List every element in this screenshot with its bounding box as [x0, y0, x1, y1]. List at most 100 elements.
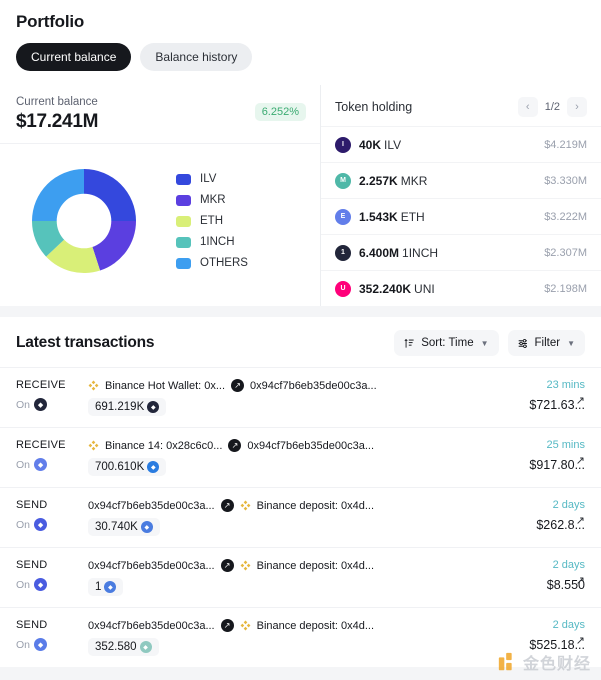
transaction-type-col: SEND On ◆	[16, 497, 88, 538]
transaction-usd: $721.63...	[529, 398, 585, 412]
transaction-type: SEND	[16, 499, 48, 511]
transaction-meta: 2 days $8.550	[489, 557, 585, 598]
transaction-path: Binance Hot Wallet: 0x... ↗ 0x94cf7b6eb3…	[88, 379, 489, 392]
transaction-row[interactable]: RECEIVE On ◆ Binance 14: 0x28c6c0... ↗ 0…	[0, 427, 601, 487]
transaction-path: 0x94cf7b6eb35de00c3a... ↗ Binance deposi…	[88, 559, 489, 572]
token-row[interactable]: M 2.257K MKR $3.330M	[321, 162, 601, 198]
transaction-amount: 1 ◆	[88, 578, 124, 596]
transactions-title: Latest transactions	[16, 334, 155, 351]
legend-swatch-mkr	[176, 194, 191, 206]
binance-icon	[240, 560, 251, 571]
transaction-to[interactable]: 0x94cf7b6eb35de00c3a...	[250, 380, 377, 392]
legend-label-ilv: ILV	[200, 173, 217, 185]
transaction-amount: 691.219K ◆	[88, 398, 167, 416]
transaction-to[interactable]: Binance deposit: 0x4d...	[257, 560, 374, 572]
sort-icon	[404, 338, 414, 348]
summary-cards-row: Current balance $17.241M 6.252% ILV MKR …	[0, 85, 601, 306]
transaction-from[interactable]: 0x94cf7b6eb35de00c3a...	[88, 620, 215, 632]
mkr-token-icon: ◆	[139, 641, 152, 653]
transactions-controls: Sort: Time ▼ Filter ▼	[394, 330, 585, 356]
current-balance-card: Current balance $17.241M 6.252% ILV MKR …	[0, 85, 320, 306]
sort-dropdown[interactable]: Sort: Time ▼	[394, 330, 499, 356]
external-link-icon[interactable]: ↗	[576, 634, 585, 647]
token-usd-value: $3.330M	[544, 174, 587, 187]
transaction-detail: 0x94cf7b6eb35de00c3a... ↗ Binance deposi…	[88, 497, 489, 538]
transaction-to[interactable]: 0x94cf7b6eb35de00c3a...	[247, 440, 374, 452]
legend-label-mkr: MKR	[200, 194, 226, 206]
transaction-to[interactable]: Binance deposit: 0x4d...	[257, 500, 374, 512]
allocation-chart-area: ILV MKR ETH 1INCH OTHERS	[0, 144, 320, 302]
transaction-time: 2 days	[552, 499, 585, 511]
1inch-token-icon: ◆	[147, 401, 160, 413]
on-label: On	[16, 398, 31, 411]
transaction-to[interactable]: Binance deposit: 0x4d...	[257, 620, 374, 632]
transaction-type: RECEIVE	[16, 379, 66, 391]
transaction-time: 25 mins	[546, 439, 585, 451]
transaction-meta: 25 mins $917.80...	[489, 437, 585, 478]
1inch-chain-icon: ◆	[34, 398, 48, 411]
external-link-icon[interactable]: ↗	[576, 454, 585, 467]
chevron-left-icon[interactable]: ‹	[517, 97, 538, 117]
token-holding-card: Token holding ‹ 1/2 › I 40K ILV $4.219M …	[321, 85, 601, 306]
donut-chart	[14, 156, 154, 286]
token-row[interactable]: U 352.240K UNI $2.198M	[321, 270, 601, 306]
chart-legend: ILV MKR ETH 1INCH OTHERS	[176, 173, 248, 269]
tab-balance-history[interactable]: Balance history	[140, 43, 253, 71]
chevron-down-icon: ▼	[567, 338, 575, 348]
filter-icon	[518, 338, 527, 348]
transaction-row[interactable]: SEND On ◆ 0x94cf7b6eb35de00c3a... ↗ Bina…	[0, 487, 601, 547]
transaction-from[interactable]: 0x94cf7b6eb35de00c3a...	[88, 560, 215, 572]
transaction-type: RECEIVE	[16, 439, 66, 451]
transaction-detail: 0x94cf7b6eb35de00c3a... ↗ Binance deposi…	[88, 557, 489, 598]
transaction-path: 0x94cf7b6eb35de00c3a... ↗ Binance deposi…	[88, 499, 489, 512]
token-usd-value: $4.219M	[544, 138, 587, 151]
token-amount: 2.257K	[359, 173, 398, 188]
token-usd-value: $2.198M	[544, 282, 587, 295]
transaction-from[interactable]: Binance Hot Wallet: 0x...	[105, 380, 225, 392]
token-symbol: ILV	[384, 137, 402, 152]
amount-value: 30.740K	[95, 521, 138, 533]
on-label: On	[16, 638, 31, 651]
filter-dropdown[interactable]: Filter ▼	[507, 330, 585, 356]
token-symbol: ETH	[400, 209, 425, 224]
transaction-row[interactable]: SEND On ◆ 0x94cf7b6eb35de00c3a... ↗ Bina…	[0, 547, 601, 607]
latest-transactions-card: Latest transactions Sort: Time ▼ Filter …	[0, 317, 601, 667]
transaction-time: 2 days	[552, 619, 585, 631]
legend-swatch-1inch	[176, 236, 191, 248]
eth-token-icon: ◆	[104, 581, 117, 593]
transaction-type: SEND	[16, 619, 48, 631]
page-title: Portfolio	[16, 12, 85, 31]
token-row[interactable]: I 40K ILV $4.219M	[321, 126, 601, 162]
binance-icon	[88, 380, 99, 391]
uni-icon: U	[335, 280, 351, 297]
transaction-type-col: RECEIVE On ◆	[16, 377, 88, 418]
tab-current-balance[interactable]: Current balance	[16, 43, 132, 71]
eth-chain-icon: ◆	[34, 578, 48, 591]
transaction-time: 2 days	[552, 559, 585, 571]
token-holding-pager: ‹ 1/2 ›	[517, 97, 587, 117]
transaction-type: SEND	[16, 559, 48, 571]
ilv-icon: I	[335, 136, 351, 153]
eth-chain-icon: ◆	[34, 458, 48, 471]
legend-label-others: OTHERS	[200, 257, 248, 269]
eth-chain-icon: ◆	[34, 638, 48, 651]
amount-value: 691.219K	[95, 401, 145, 413]
token-row[interactable]: 1 6.400M 1INCH $2.307M	[321, 234, 601, 270]
amount-value: 352.580	[95, 641, 137, 653]
transaction-row[interactable]: RECEIVE On ◆ Binance Hot Wallet: 0x... ↗	[0, 367, 601, 427]
chevron-down-icon: ▼	[480, 338, 489, 348]
chevron-right-icon[interactable]: ›	[567, 97, 587, 117]
transaction-from[interactable]: 0x94cf7b6eb35de00c3a...	[88, 500, 215, 512]
legend-item: OTHERS	[176, 257, 248, 269]
external-link-icon[interactable]: ↗	[576, 574, 585, 587]
token-row[interactable]: E 1.543K ETH $3.222M	[321, 198, 601, 234]
transaction-type-col: SEND On ◆	[16, 617, 88, 658]
external-link-icon[interactable]: ↗	[576, 394, 585, 407]
on-label: On	[16, 518, 31, 531]
transaction-amount: 700.610K ◆	[88, 458, 167, 476]
transaction-meta: 2 days $262.8...	[489, 497, 585, 538]
transaction-from[interactable]: Binance 14: 0x28c6c0...	[105, 440, 222, 452]
legend-item: ETH	[176, 215, 248, 227]
transaction-row[interactable]: SEND On ◆ 0x94cf7b6eb35de00c3a... ↗ Bina…	[0, 607, 601, 667]
external-link-icon[interactable]: ↗	[576, 514, 585, 527]
